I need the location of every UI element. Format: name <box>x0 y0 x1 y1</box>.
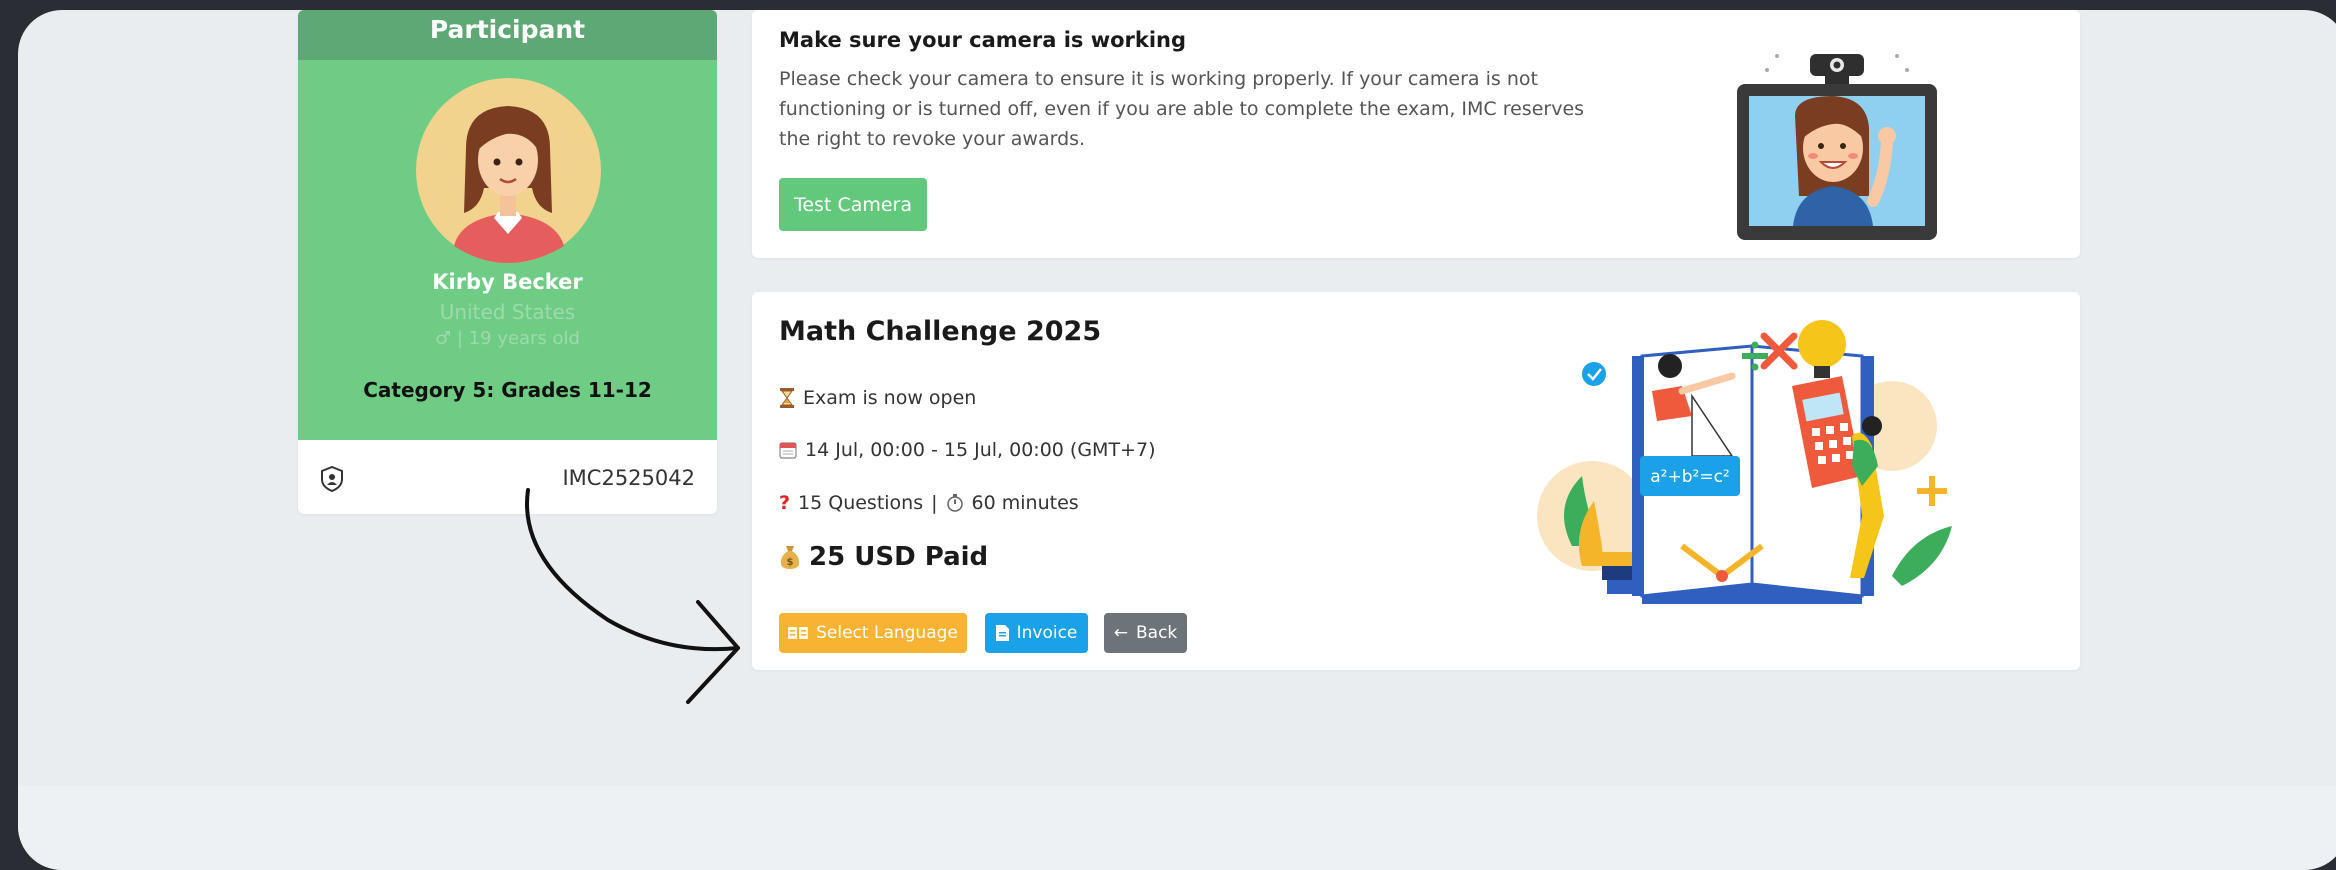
exam-questions-duration: ? 15 Questions | 60 minutes <box>779 492 1079 514</box>
exam-status-text: Exam is now open <box>803 387 977 409</box>
arrow-left-icon: ← <box>1113 623 1128 643</box>
hourglass-icon <box>780 388 794 408</box>
participant-card: Participant Kirby Becker United States ♂… <box>298 10 717 514</box>
avatar <box>416 78 601 263</box>
camera-check-card: Make sure your camera is working Please … <box>752 10 2080 258</box>
exam-price: $ 25 USD Paid <box>779 542 988 572</box>
participant-country: United States <box>439 300 576 324</box>
annotation-arrow <box>525 488 740 704</box>
back-label: Back <box>1135 623 1178 643</box>
app-frame: Participant Kirby Becker United States ♂… <box>18 10 2336 870</box>
exam-price-text: 25 USD Paid <box>809 542 989 572</box>
exam-questions-text: 15 Questions <box>798 492 924 514</box>
camera-card-description: Please check your camera to ensure it is… <box>779 68 1585 150</box>
calendar-icon <box>779 442 797 459</box>
file-invoice-icon <box>995 625 1009 641</box>
participant-card-header: Participant <box>298 10 717 60</box>
exam-schedule-text: 14 Jul, 00:00 - 15 Jul, 00:00 (GMT+7) <box>805 439 1156 461</box>
participant-category: Category 5: Grades 11-12 <box>363 378 652 402</box>
stopwatch-icon <box>946 494 963 512</box>
math-challenge-illustration: a²+b²=c² <box>1537 320 1952 604</box>
exam-card: Math Challenge 2025 Exam is now open 14 … <box>752 292 2080 670</box>
select-language-label: Select Language <box>816 623 958 643</box>
camera-card-title: Make sure your camera is working <box>779 28 1187 52</box>
back-button[interactable]: ← Back <box>1104 613 1187 653</box>
exam-duration-text: 60 minutes <box>971 492 1079 514</box>
exam-status: Exam is now open <box>779 387 976 409</box>
participant-name: Kirby Becker <box>432 270 583 294</box>
participant-card-body: Kirby Becker United States ♂ | 19 years … <box>298 60 717 440</box>
invoice-button[interactable]: Invoice <box>985 613 1088 653</box>
webcam-illustration <box>1737 54 1937 240</box>
exam-title: Math Challenge 2025 <box>779 316 1102 347</box>
invoice-label: Invoice <box>1016 623 1078 643</box>
page-footer-strip <box>18 786 2336 870</box>
exam-schedule: 14 Jul, 00:00 - 15 Jul, 00:00 (GMT+7) <box>779 439 1155 461</box>
id-badge-icon <box>321 466 343 492</box>
formula-text: a²+b²=c² <box>1650 467 1730 487</box>
select-language-button[interactable]: Select Language <box>779 613 967 653</box>
separator: | <box>931 492 938 514</box>
participant-gender-age: ♂ | 19 years old <box>435 328 580 349</box>
test-camera-button[interactable]: Test Camera <box>779 178 927 231</box>
